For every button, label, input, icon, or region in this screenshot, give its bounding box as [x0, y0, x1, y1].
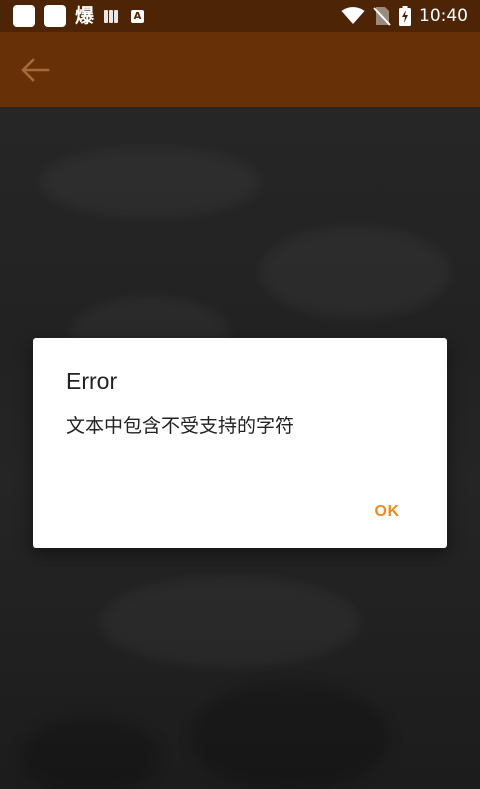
status-bar: 爆 A 10:40 — [0, 0, 480, 32]
background-blur — [20, 717, 160, 789]
dialog-title: Error — [66, 368, 118, 394]
notification-char-icon: 爆 — [75, 4, 95, 27]
app-bar — [0, 32, 480, 107]
a-icon: A — [131, 9, 145, 23]
status-time: 10:40 — [419, 6, 468, 26]
error-dialog: Error 文本中包含不受支持的字符 OK — [33, 338, 447, 548]
dialog-message: 文本中包含不受支持的字符 — [66, 415, 295, 437]
background-blur — [100, 577, 360, 667]
app-notification-icon — [44, 5, 66, 27]
background-blur — [190, 682, 390, 789]
app-notification-icon — [13, 5, 35, 27]
no-sim-icon — [373, 7, 391, 26]
wifi-icon — [341, 7, 365, 24]
background-blur — [260, 227, 450, 317]
back-button[interactable] — [14, 49, 56, 91]
arrow-left-icon — [21, 58, 50, 82]
status-bar-left: 爆 A — [13, 0, 145, 32]
battery-charging-icon — [399, 6, 411, 26]
ok-button[interactable]: OK — [357, 494, 417, 530]
background-blur — [40, 147, 260, 217]
status-bar-right: 10:40 — [333, 0, 468, 32]
book-icon — [104, 9, 119, 23]
